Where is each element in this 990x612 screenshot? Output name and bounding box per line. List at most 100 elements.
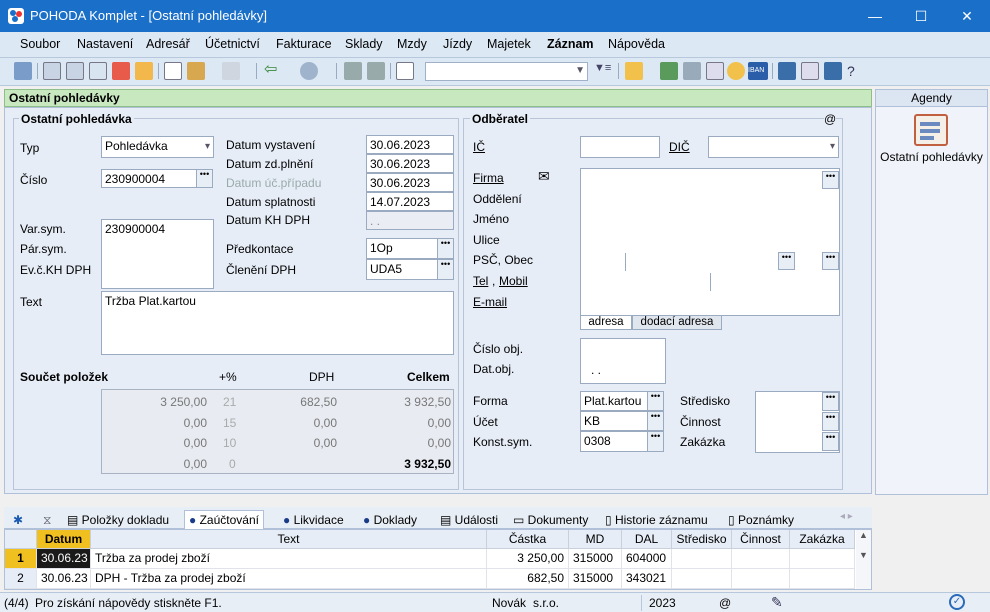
cell-cinnost[interactable] (732, 549, 790, 569)
menu-napoveda[interactable]: Nápověda (608, 37, 665, 51)
cell-castka[interactable]: 3 250,00 (487, 549, 569, 569)
menu-fakturace[interactable]: Fakturace (276, 37, 332, 51)
monitor-icon[interactable] (824, 62, 842, 80)
settings-gear-icon[interactable] (300, 62, 318, 80)
stredisko-button[interactable]: ••• (822, 392, 839, 411)
coins-icon[interactable] (727, 62, 745, 80)
col-stredisko[interactable]: Středisko (672, 530, 732, 549)
col-datum[interactable]: Datum (37, 530, 91, 549)
menu-zaznam[interactable]: Záznam (547, 37, 594, 51)
row-number[interactable]: 2 (5, 569, 37, 589)
firma-button[interactable]: ••• (822, 171, 839, 189)
address-box[interactable] (580, 168, 840, 316)
close-button[interactable]: ✕ (944, 0, 990, 32)
menu-sklady[interactable]: Sklady (345, 37, 383, 51)
datum-zdplneni-input[interactable]: 30.06.2023 (366, 154, 454, 173)
forma-input[interactable]: Plat.kartou (580, 391, 648, 411)
back-arrow-icon[interactable]: ⇦ (264, 62, 282, 80)
export-icon[interactable] (135, 62, 153, 80)
cell-md[interactable]: 315000 (569, 569, 622, 589)
payment-icon[interactable] (683, 62, 701, 80)
datum-vystaveni-input[interactable]: 30.06.2023 (366, 135, 454, 154)
cell-md[interactable]: 315000 (569, 549, 622, 569)
varsym-field[interactable]: 230900004 (101, 219, 214, 289)
calculator-icon[interactable] (706, 62, 724, 80)
cinnost-button[interactable]: ••• (822, 412, 839, 431)
dic-label[interactable]: DIČ (669, 140, 690, 154)
menu-majetek[interactable]: Majetek (487, 37, 531, 51)
save-icon[interactable] (344, 62, 362, 80)
window-icon[interactable] (778, 62, 796, 80)
copy-icon[interactable] (43, 62, 61, 80)
menu-adresar[interactable]: Adresář (146, 37, 190, 51)
help-icon[interactable]: ? (847, 62, 865, 80)
tab-filter-icon[interactable]: ⧖ (38, 510, 56, 529)
cell-zakazka[interactable] (790, 549, 855, 569)
folder-icon[interactable] (625, 62, 643, 80)
maximize-button[interactable]: ☐ (898, 0, 944, 32)
col-md[interactable]: MD (569, 530, 622, 549)
cleneni-input[interactable]: UDA5 (366, 259, 438, 280)
grid-scrollbar[interactable]: ▲ ▼ (856, 530, 871, 589)
address-book-icon[interactable]: ✉ (538, 168, 554, 184)
tab-dokumenty[interactable]: ▭ Dokumenty (508, 510, 593, 529)
tab-historie[interactable]: ▯ Historie záznamu (600, 510, 713, 529)
menu-ucetnictvi[interactable]: Účetnictví (205, 37, 260, 51)
grid-icon[interactable] (222, 62, 240, 80)
save-all-icon[interactable] (367, 62, 385, 80)
tab-new-row-icon[interactable]: ✱ (8, 510, 28, 529)
tab-likvidace[interactable]: ● Likvidace (278, 510, 349, 529)
status-email-icon[interactable]: @ (719, 596, 731, 610)
preview-icon[interactable] (89, 62, 107, 80)
konst-input[interactable]: 0308 (580, 431, 648, 452)
mobil-label[interactable]: Mobil (499, 274, 528, 288)
filter-icon[interactable]: ▼≡ (594, 62, 612, 80)
cell-text[interactable]: Tržba za prodej zboží (91, 549, 487, 569)
layout-icon[interactable] (801, 62, 819, 80)
ucet-input[interactable]: KB (580, 411, 648, 431)
cell-cinnost[interactable] (732, 569, 790, 589)
ucet-button[interactable]: ••• (647, 411, 664, 431)
cell-stredisko[interactable] (672, 569, 732, 589)
cell-datum[interactable]: 30.06.23 (37, 549, 91, 569)
minimize-button[interactable]: — (852, 0, 898, 32)
firma-label[interactable]: Firma (473, 171, 504, 185)
col-castka[interactable]: Částka (487, 530, 569, 549)
cell-dal[interactable]: 604000 (622, 549, 672, 569)
cell-zakazka[interactable] (790, 569, 855, 589)
pdf-icon[interactable] (112, 62, 130, 80)
cell-datum[interactable]: 30.06.23 (37, 569, 91, 589)
agenda-toggle-icon[interactable] (14, 62, 32, 80)
tab-adresa[interactable]: adresa (580, 316, 632, 330)
col-cinnost[interactable]: Činnost (732, 530, 790, 549)
tel-label[interactable]: Tel (473, 274, 488, 288)
cell-dal[interactable]: 343021 (622, 569, 672, 589)
psc-button[interactable]: ••• (822, 252, 839, 270)
text-input[interactable]: Tržba Plat.kartou (101, 291, 454, 355)
col-text[interactable]: Text (91, 530, 487, 549)
row-number[interactable]: 1 (5, 549, 37, 569)
datum-ucpripadu-input[interactable]: 30.06.2023 (366, 173, 454, 192)
duplicate-icon[interactable] (396, 62, 414, 80)
zakazka-button[interactable]: ••• (822, 432, 839, 451)
menu-soubor[interactable]: Soubor (20, 37, 60, 51)
new-record-icon[interactable] (164, 62, 182, 80)
forma-button[interactable]: ••• (647, 391, 664, 411)
tab-zauctovani[interactable]: ● Zaúčtování (184, 510, 264, 529)
tab-dodaci-adresa[interactable]: dodací adresa (632, 316, 722, 330)
cell-castka[interactable]: 682,50 (487, 569, 569, 589)
tab-polozky[interactable]: ▤ Položky dokladu (62, 510, 174, 529)
status-edit-icon[interactable]: ✎ (771, 594, 783, 611)
dic-select[interactable]: ▾ (708, 136, 839, 158)
tab-doklady[interactable]: ● Doklady (358, 510, 422, 529)
ic-input[interactable] (580, 136, 660, 158)
ic-label[interactable]: IČ (473, 140, 485, 154)
tab-poznamky[interactable]: ▯ Poznámky (723, 510, 799, 529)
col-zakazka[interactable]: Zakázka (790, 530, 855, 549)
konst-button[interactable]: ••• (647, 431, 664, 452)
agenda-item-label[interactable]: Ostatní pohledávky (876, 150, 987, 165)
predkontace-button[interactable]: ••• (437, 238, 454, 259)
menu-nastaveni[interactable]: Nastavení (77, 37, 133, 51)
predkontace-input[interactable]: 1Op (366, 238, 438, 259)
iban-icon[interactable]: IBAN (748, 62, 768, 80)
